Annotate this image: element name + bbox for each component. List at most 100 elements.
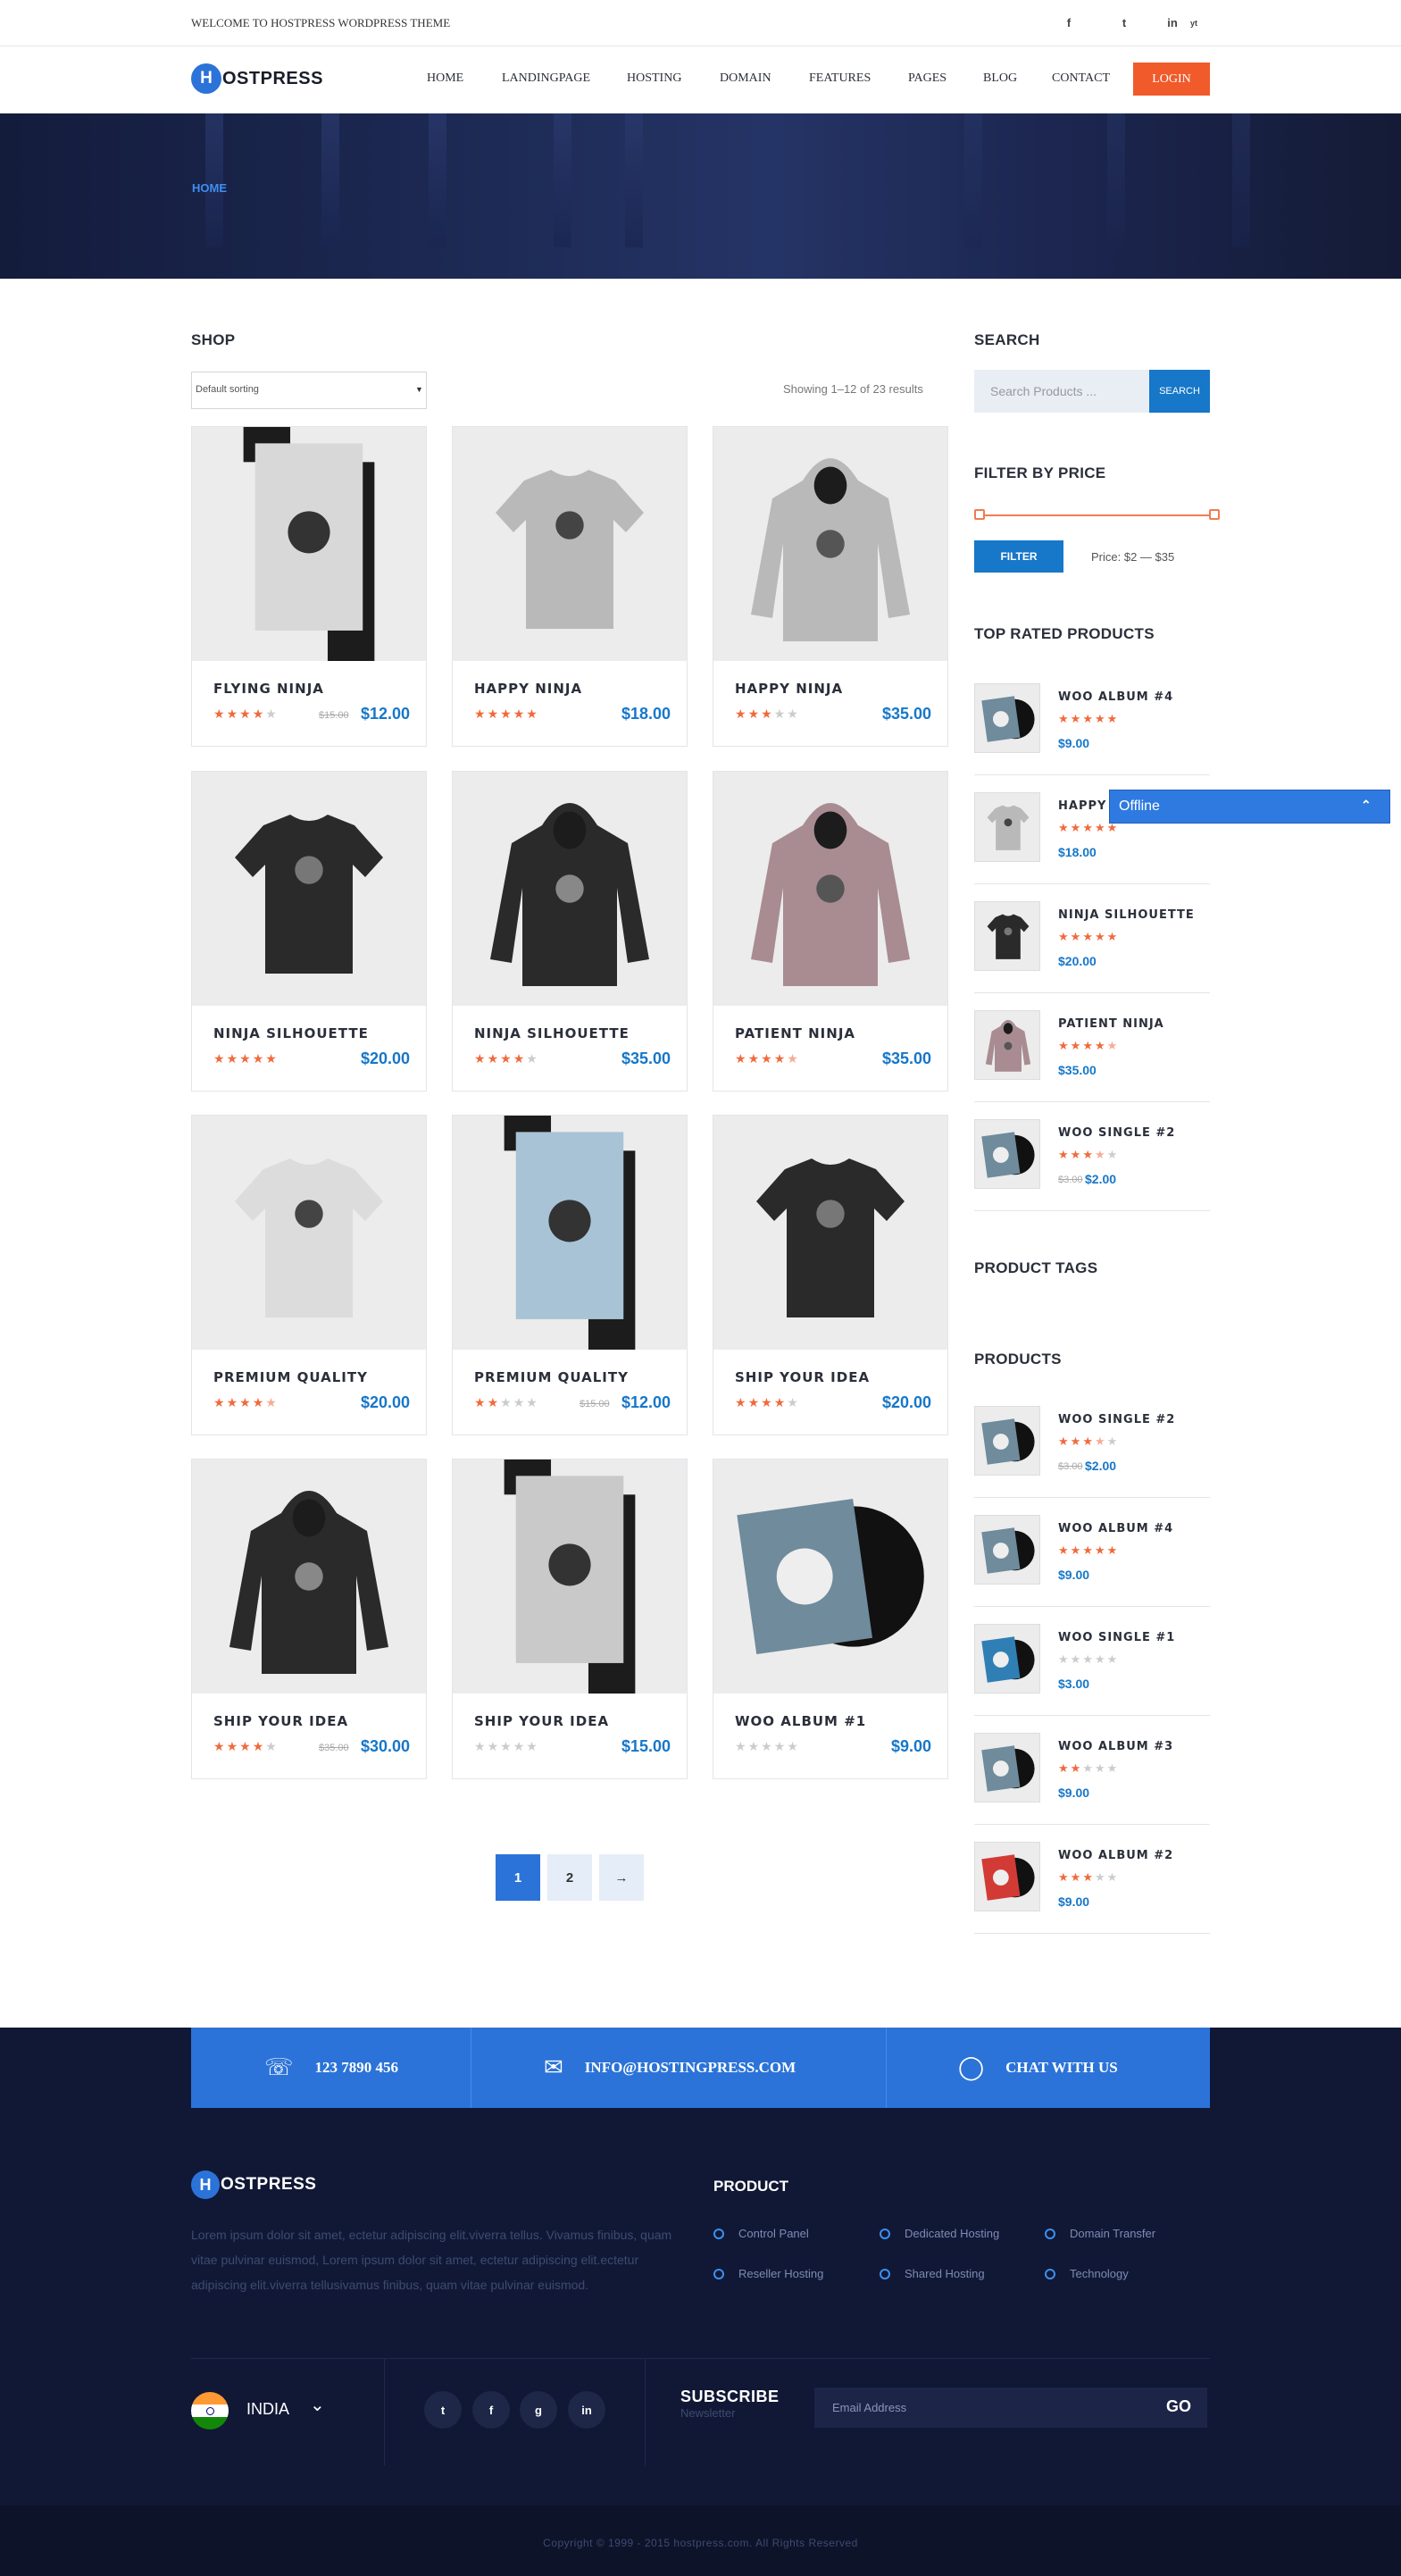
product-image[interactable] [713,1459,947,1694]
sidebar-product[interactable]: WOO SINGLE #2 ★★★★★ $3.00 $2.00 [974,1406,1210,1513]
footer-logo[interactable]: H OSTPRESS [191,2170,316,2199]
product-name[interactable]: WOO ALBUM #4 [1058,690,1173,704]
sidebar-product[interactable]: WOO ALBUM #4 ★★★★★ $9.00 [974,1515,1210,1622]
product-thumbnail[interactable] [974,1842,1040,1911]
breadcrumb[interactable]: HOME [192,181,227,195]
filter-button[interactable]: FILTER [974,540,1063,573]
product-name[interactable]: PREMIUM QUALITY [474,1369,629,1385]
footer-link-technology[interactable]: Technology [1045,2267,1129,2280]
product-card[interactable]: SHIP YOUR IDEA ★★★★★ $15.00 [452,1459,688,1779]
sidebar-product[interactable]: WOO SINGLE #1 ★★★★★ $3.00 [974,1624,1210,1731]
footer-link-shared-hosting[interactable]: Shared Hosting [880,2267,985,2280]
search-input[interactable]: Search Products ... [974,370,1149,413]
product-thumbnail[interactable] [974,1733,1040,1802]
product-name[interactable]: SHIP YOUR IDEA [213,1713,348,1729]
newsletter-email-input[interactable]: Email Address [814,2388,1207,2428]
nav-contact[interactable]: CONTACT [1052,71,1110,86]
sidebar-product[interactable]: WOO ALBUM #2 ★★★★★ $9.00 [974,1842,1210,1949]
product-card[interactable]: PREMIUM QUALITY ★★★★★ $20.00 [191,1115,427,1435]
product-image[interactable] [453,1116,687,1350]
phone-contact[interactable]: ☏ 123 7890 456 [264,2054,398,2081]
product-name[interactable]: WOO ALBUM #3 [1058,1740,1173,1753]
nav-domain[interactable]: DOMAIN [720,71,771,86]
product-name[interactable]: WOO ALBUM #1 [735,1713,866,1729]
product-name[interactable]: WOO SINGLE #2 [1058,1413,1175,1426]
product-name[interactable]: PREMIUM QUALITY [213,1369,368,1385]
product-card[interactable]: WOO ALBUM #1 ★★★★★ $9.00 [713,1459,948,1779]
product-card[interactable]: PREMIUM QUALITY ★★★★★ $15.00 $12.00 [452,1115,688,1435]
product-name[interactable]: WOO ALBUM #4 [1058,1522,1173,1535]
sorting-select[interactable]: Default sorting [191,372,427,409]
page-1-button[interactable]: 1 [496,1854,540,1901]
product-name[interactable]: NINJA SILHOUETTE [474,1025,630,1041]
product-name[interactable]: SHIP YOUR IDEA [474,1713,609,1729]
sidebar-product[interactable]: WOO ALBUM #3 ★★★★★ $9.00 [974,1733,1210,1840]
chat-widget[interactable]: Offline [1109,790,1390,824]
product-thumbnail[interactable] [974,1406,1040,1476]
chevron-down-icon[interactable]: ⌄ [310,2394,325,2416]
sidebar-product[interactable]: WOO SINGLE #2 ★★★★★ $3.00 $2.00 [974,1119,1210,1226]
chevron-up-icon[interactable]: ⌃ [1361,798,1372,813]
facebook-icon[interactable]: f [1058,13,1080,34]
price-slider-max-handle[interactable] [1209,509,1220,520]
product-name[interactable]: PATIENT NINJA [735,1025,855,1041]
product-name[interactable]: NINJA SILHOUETTE [1058,908,1195,922]
facebook-icon[interactable]: f [472,2391,510,2429]
nav-landingpage[interactable]: LANDINGPAGE [502,71,590,86]
sidebar-product[interactable]: NINJA SILHOUETTE ★★★★★ $20.00 [974,901,1210,1008]
product-image[interactable] [192,1116,426,1350]
product-card[interactable]: SHIP YOUR IDEA ★★★★★ $35.00 $30.00 [191,1459,427,1779]
product-thumbnail[interactable] [974,1515,1040,1585]
product-name[interactable]: WOO ALBUM #2 [1058,1849,1173,1862]
product-thumbnail[interactable] [974,1010,1040,1080]
product-name[interactable]: WOO SINGLE #1 [1058,1631,1175,1644]
product-card[interactable]: HAPPY NINJA ★★★★★ $35.00 [713,426,948,747]
product-card[interactable]: SHIP YOUR IDEA ★★★★★ $20.00 [713,1115,948,1435]
product-name[interactable]: HAPPY NINJA [474,681,582,697]
nav-home[interactable]: HOME [427,71,463,86]
product-image[interactable] [192,772,426,1006]
twitter-icon[interactable]: t [1113,13,1135,34]
twitter-icon[interactable]: t [424,2391,462,2429]
product-name[interactable]: NINJA SILHOUETTE [213,1025,369,1041]
logo[interactable]: H OSTPRESS [191,63,323,95]
subscribe-go-button[interactable]: GO [1166,2397,1191,2416]
product-image[interactable] [453,1459,687,1694]
product-thumbnail[interactable] [974,792,1040,862]
product-thumbnail[interactable] [974,1624,1040,1694]
nav-pages[interactable]: PAGES [908,71,947,86]
login-button[interactable]: LOGIN [1133,63,1210,96]
price-slider-min-handle[interactable] [974,509,985,520]
google-plus-icon[interactable]: g [520,2391,557,2429]
product-card[interactable]: NINJA SILHOUETTE ★★★★★ $35.00 [452,771,688,1091]
product-image[interactable] [713,772,947,1006]
product-thumbnail[interactable] [974,683,1040,753]
product-card[interactable]: HAPPY NINJA ★★★★★ $18.00 [452,426,688,747]
footer-link-reseller-hosting[interactable]: Reseller Hosting [713,2267,823,2280]
product-name[interactable]: WOO SINGLE #2 [1058,1126,1175,1140]
product-thumbnail[interactable] [974,1119,1040,1189]
search-button[interactable]: SEARCH [1149,370,1210,413]
product-name[interactable]: PATIENT NINJA [1058,1017,1164,1031]
product-image[interactable] [713,427,947,661]
nav-hosting[interactable]: HOSTING [627,71,681,86]
nav-blog[interactable]: BLOG [983,71,1017,86]
chat-contact[interactable]: ◯ CHAT WITH US [958,2054,1118,2081]
product-name[interactable]: HAPPY NINJA [735,681,843,697]
page-2-button[interactable]: 2 [547,1854,592,1901]
product-card[interactable]: PATIENT NINJA ★★★★★ $35.00 [713,771,948,1091]
product-image[interactable] [453,427,687,661]
product-image[interactable] [453,772,687,1006]
nav-features[interactable]: FEATURES [809,71,871,86]
linkedin-icon[interactable]: in [568,2391,605,2429]
product-card[interactable]: NINJA SILHOUETTE ★★★★★ $20.00 [191,771,427,1091]
product-image[interactable] [192,1459,426,1694]
product-name[interactable]: FLYING NINJA [213,681,324,697]
sidebar-product[interactable]: WOO ALBUM #4 ★★★★★ $9.00 [974,683,1210,790]
sidebar-product[interactable]: PATIENT NINJA ★★★★★ $35.00 [974,1010,1210,1117]
footer-link-control-panel[interactable]: Control Panel [713,2227,809,2240]
product-name[interactable]: SHIP YOUR IDEA [735,1369,870,1385]
india-flag-icon[interactable] [191,2392,229,2430]
footer-link-domain-transfer[interactable]: Domain Transfer [1045,2227,1155,2240]
product-card[interactable]: FLYING NINJA ★★★★★ $15.00 $12.00 [191,426,427,747]
